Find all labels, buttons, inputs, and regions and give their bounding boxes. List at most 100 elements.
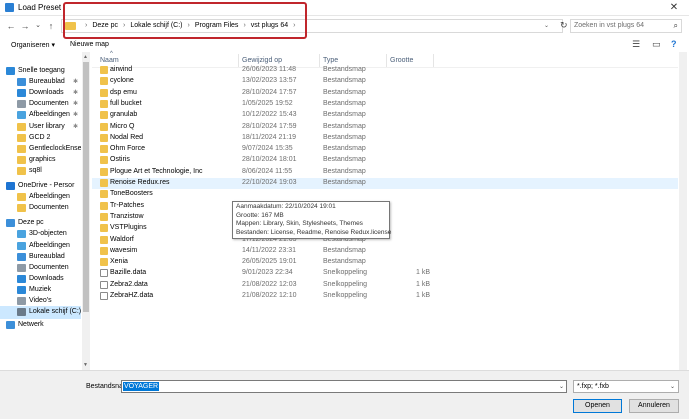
- column-header-size[interactable]: Grootte: [390, 57, 413, 64]
- folder-icon: [100, 122, 108, 131]
- file-row[interactable]: Zebra2.data 21/08/2022 12:03 Snelkoppeling…: [92, 280, 678, 291]
- folder-icon: [100, 190, 108, 199]
- file-date: 8/06/2024 11:55: [242, 167, 293, 175]
- close-button[interactable]: ✕: [659, 0, 689, 16]
- file-date: 26/06/2023 11:48: [242, 66, 296, 73]
- filetype-dropdown-chevron-icon[interactable]: ⌄: [670, 383, 675, 390]
- file-row[interactable]: Micro Q 28/10/2024 17:59 Bestandsmap: [92, 122, 678, 133]
- sidebar-item[interactable]: Lokale schijf (C:): [0, 306, 81, 320]
- tooltip-files: Bestanden: License, Readme, Renoise Redu…: [236, 228, 392, 236]
- pin-icon[interactable]: ✱: [73, 100, 78, 107]
- file-name: Bazille.data: [110, 269, 147, 277]
- file-row[interactable]: airwind 26/06/2023 11:48 Bestandsmap: [92, 65, 678, 76]
- scroll-up-arrow-icon[interactable]: ▲: [83, 54, 88, 60]
- sidebar-item-label: Documenten: [29, 204, 69, 212]
- scrollbar-thumb[interactable]: [83, 62, 89, 312]
- file-type: Bestandsmap: [323, 156, 366, 164]
- pin-icon[interactable]: ✱: [73, 78, 78, 85]
- column-header-name[interactable]: Naam: [100, 57, 119, 64]
- file-row[interactable]: Xenia 26/05/2025 19:01 Bestandsmap: [92, 257, 678, 268]
- file-row[interactable]: Bazille.data 9/01/2023 22:34 Snelkoppeling…: [92, 268, 678, 279]
- file-type: Snelkoppeling: [323, 269, 367, 277]
- organize-button[interactable]: Organiseren ▾: [11, 41, 55, 49]
- file-row[interactable]: cyclone 13/02/2023 13:57 Bestandsmap: [92, 76, 678, 87]
- cloud-icon: [6, 182, 15, 190]
- sidebar-item-label: Bureaublad: [29, 252, 65, 260]
- sidebar-item-label: sq8l: [29, 166, 42, 174]
- file-name: granulab: [110, 111, 138, 119]
- folder-icon: [100, 201, 108, 210]
- preview-pane-icon[interactable]: ▭: [652, 39, 661, 50]
- shortcut-file-icon: [100, 269, 108, 278]
- open-button[interactable]: Openen: [573, 399, 622, 413]
- file-row[interactable]: Ohm Force 9/07/2024 15:35 Bestandsmap: [92, 144, 678, 155]
- shortcut-file-icon: [100, 292, 108, 300]
- file-name: wavesim: [110, 246, 138, 254]
- filename-value[interactable]: VOYAGER: [123, 382, 160, 391]
- folder-info-tooltip: Aanmaakdatum: 22/10/2024 19:01 Grootte: …: [232, 201, 392, 239]
- tooltip-size: Grootte: 167 MB: [236, 211, 284, 219]
- column-header-date[interactable]: Gewijzigd op: [242, 57, 282, 64]
- command-toolbar: Organiseren ▾ Nieuwe map ☰ ▭ ?: [0, 38, 689, 52]
- file-type: Bestandsmap: [323, 111, 366, 119]
- file-row[interactable]: ZebraHZ.data 21/08/2022 12:10 Snelkoppelin…: [92, 291, 678, 302]
- help-icon[interactable]: ?: [671, 39, 677, 49]
- pin-icon[interactable]: ✱: [73, 89, 78, 96]
- file-row[interactable]: Renoise Redux.res 22/10/2024 19:03 Bestand…: [92, 178, 678, 189]
- recent-locations-chevron-icon[interactable]: ⌄: [32, 20, 44, 32]
- file-row[interactable]: Nodal Red 18/11/2024 21:19 Bestandsmap: [92, 133, 678, 144]
- file-row[interactable]: Ostiris 28/10/2024 18:01 Bestandsmap: [92, 155, 678, 166]
- file-date: 28/10/2024 18:01: [242, 156, 297, 164]
- sidebar-item-label: GentleclockEnse: [29, 144, 81, 152]
- sidebar-item[interactable]: sq8l: [0, 165, 81, 178]
- folder-icon: [100, 145, 108, 154]
- desktop-icon: [17, 252, 26, 261]
- folder-icon: [100, 167, 108, 176]
- folder-icon: [100, 99, 108, 108]
- column-header-type[interactable]: Type: [323, 57, 338, 64]
- address-dropdown-chevron-icon[interactable]: ⌄: [544, 22, 549, 29]
- file-name: Nodal Red: [110, 133, 144, 141]
- file-list-scrollbar[interactable]: [679, 52, 687, 370]
- folder-icon: [17, 133, 26, 142]
- folder-icon: [100, 235, 108, 244]
- search-icon[interactable]: ⌕: [674, 21, 678, 31]
- cube-icon: [17, 230, 26, 239]
- navigation-scrollbar[interactable]: ▲ ▼: [82, 52, 90, 370]
- file-date: 22/10/2024 19:03: [242, 179, 297, 186]
- shortcut-file-icon: [100, 280, 108, 289]
- pin-icon[interactable]: ✱: [73, 123, 78, 130]
- file-date: 21/08/2022 12:10: [242, 292, 297, 299]
- view-options-icon[interactable]: ☰: [632, 39, 640, 50]
- new-folder-button[interactable]: Nieuwe map: [70, 41, 109, 48]
- refresh-icon[interactable]: ↻: [560, 20, 568, 31]
- sidebar-item[interactable]: Netwerk: [0, 319, 81, 332]
- folder-icon: [100, 88, 108, 97]
- file-name: airwind: [110, 66, 133, 73]
- pin-icon[interactable]: ✱: [73, 111, 78, 118]
- tooltip-folders: Mappen: Library, Skin, Stylesheets, Them…: [236, 220, 363, 227]
- star-icon: [6, 67, 15, 75]
- cancel-button[interactable]: Annuleren: [629, 399, 679, 413]
- folder-icon: [100, 246, 108, 255]
- sidebar-item-label: Muziek: [29, 285, 52, 293]
- folder-icon: [17, 155, 26, 164]
- forward-arrow-icon[interactable]: →: [19, 20, 31, 32]
- sidebar-item[interactable]: Documenten: [0, 202, 81, 215]
- file-row[interactable]: Plogue Art et Technologie, Inc 8/06/2024 …: [92, 167, 678, 178]
- filename-input[interactable]: VOYAGER ⌄: [121, 380, 567, 393]
- sidebar-item-label: Netwerk: [18, 321, 44, 329]
- filetype-select[interactable]: *.fxp; *.fxb ⌄: [573, 380, 679, 393]
- file-row[interactable]: ToneBoosters: [92, 189, 678, 200]
- file-row[interactable]: full bucket 1/05/2025 19:52 Bestandsmap: [92, 99, 678, 110]
- file-row[interactable]: granulab 10/12/2022 15:43 Bestandsmap: [92, 110, 678, 121]
- file-row[interactable]: dsp emu 28/10/2024 17:57 Bestandsmap: [92, 88, 678, 99]
- sidebar-item-label: 3D-objecten: [29, 230, 67, 238]
- back-arrow-icon[interactable]: ←: [5, 20, 17, 32]
- search-input[interactable]: Zoeken in vst plugs 64 ⌕: [570, 19, 682, 33]
- file-row[interactable]: wavesim 14/11/2022 23:31 Bestandsmap: [92, 246, 678, 257]
- scroll-down-arrow-icon[interactable]: ▼: [83, 362, 88, 368]
- up-arrow-icon[interactable]: ↑: [45, 20, 57, 32]
- folder-icon: [17, 166, 26, 175]
- filename-dropdown-chevron-icon[interactable]: ⌄: [559, 383, 564, 390]
